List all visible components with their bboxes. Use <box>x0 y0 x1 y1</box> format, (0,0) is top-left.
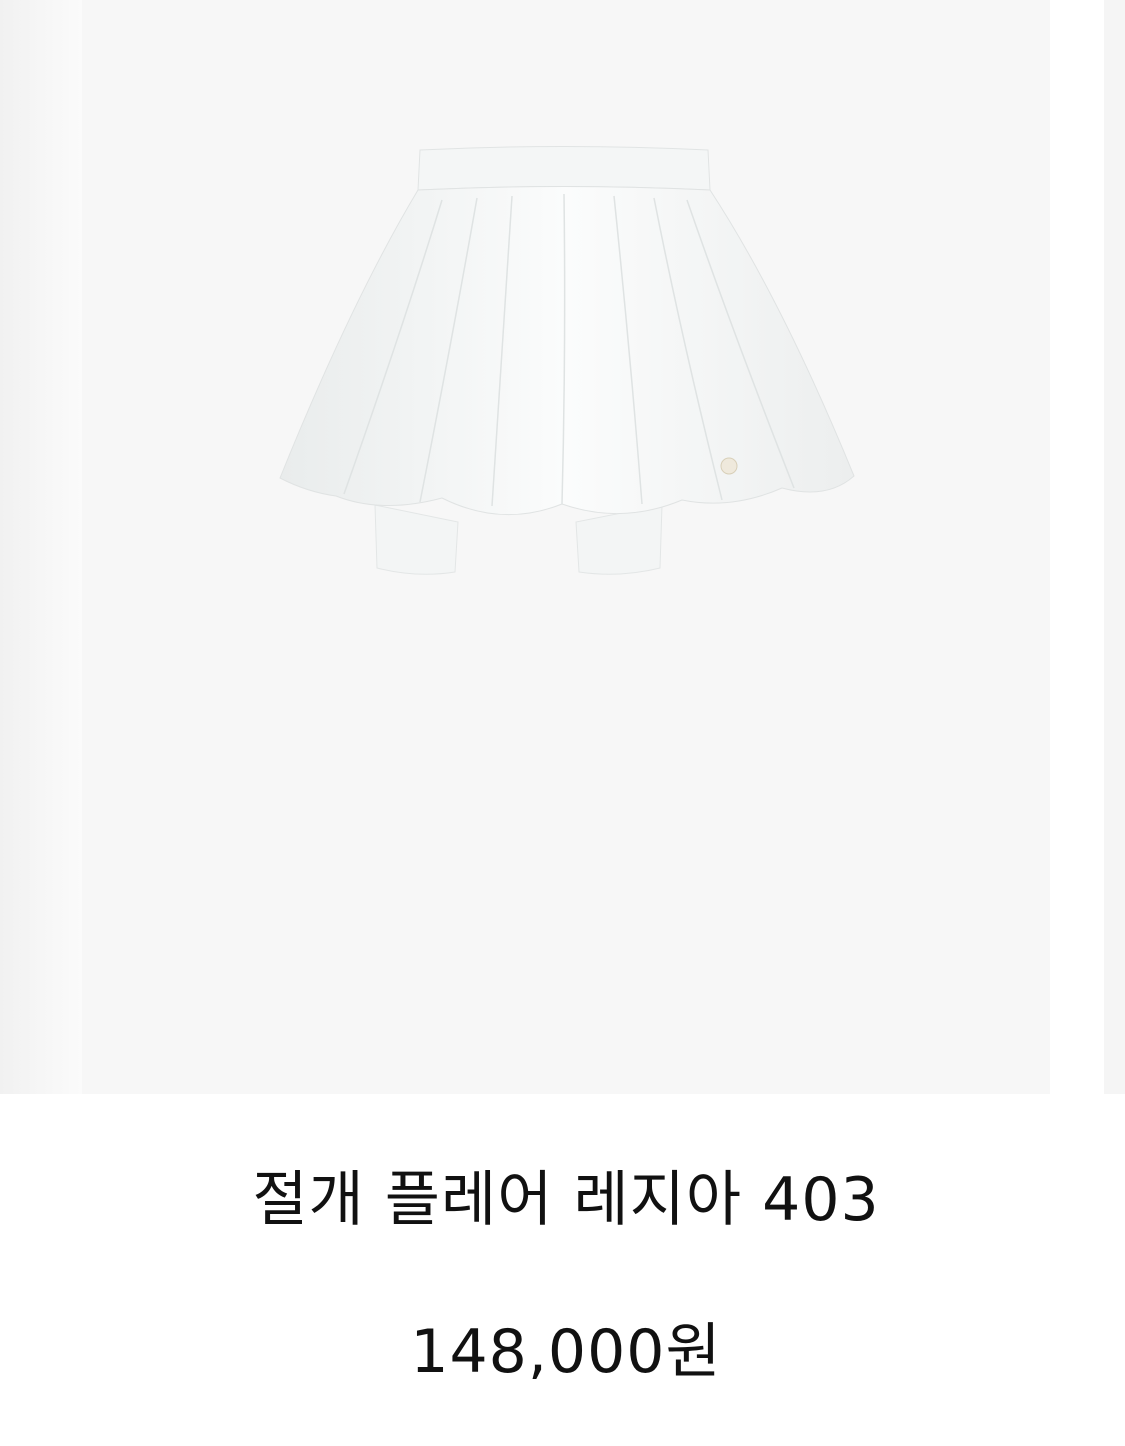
waistband <box>417 146 711 191</box>
product-name[interactable]: 절개 플레어 레지아 403 <box>82 1160 1050 1240</box>
left-short-leg <box>374 504 459 575</box>
product-card[interactable]: 절개 플레어 레지아 403 148,000원 <box>82 0 1050 1387</box>
next-product-edge <box>1104 0 1125 1094</box>
skort-illustration <box>279 146 855 575</box>
product-price: 148,000원 <box>410 1317 722 1387</box>
previous-product-edge <box>0 0 82 1094</box>
right-short-leg <box>575 504 663 575</box>
skirt-body <box>279 186 855 516</box>
product-image[interactable] <box>82 0 1050 1094</box>
logo-badge <box>720 457 738 475</box>
